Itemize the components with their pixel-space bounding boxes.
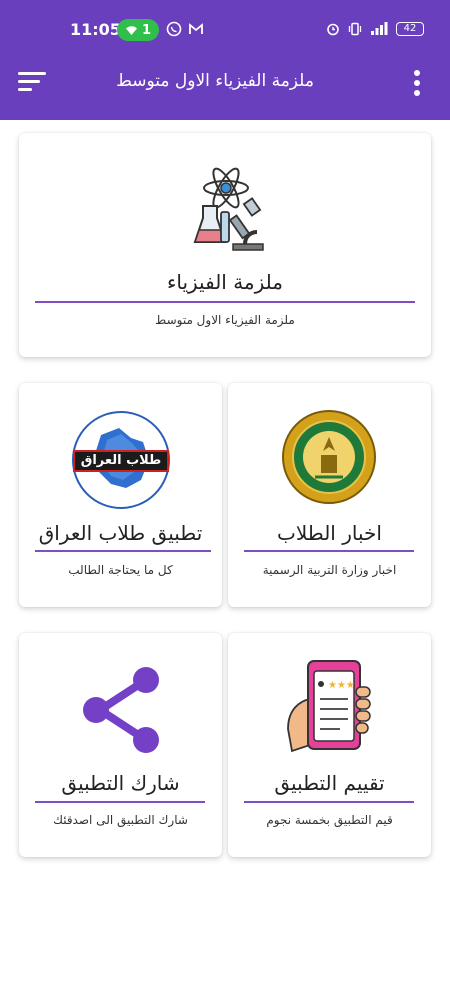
rate-phone-icon: ★★★ xyxy=(287,660,371,753)
card-subtitle: كل ما يحتاجة الطالب xyxy=(68,563,173,577)
card-title: تقييم التطبيق xyxy=(274,771,385,795)
card-physics-notes[interactable]: ملزمة الفيزياء ملزمة الفيزياء الاول متوس… xyxy=(19,133,431,357)
card-subtitle: شارك التطبيق الى اصدقئك xyxy=(53,813,188,827)
card-subtitle: ملزمة الفيزياء الاول متوسط xyxy=(155,313,295,327)
card-divider xyxy=(35,301,415,303)
card-subtitle: اخبار وزارة التربية الرسمية xyxy=(262,563,397,577)
card-share-app[interactable]: شارك التطبيق شارك التطبيق الى اصدقئك xyxy=(19,633,222,857)
gmail-icon xyxy=(189,23,203,34)
page-title: ملزمة الفيزياء الاول متوسط xyxy=(116,71,314,91)
logo-text: طلاب العراق xyxy=(73,450,169,472)
card-students-news[interactable]: اخبار الطلاب اخبار وزارة التربية الرسمية xyxy=(228,383,431,607)
card-rate-app[interactable]: ★★★ تقييم التطبيق قيم التطبيق بخمسة نجوم xyxy=(228,633,431,857)
card-divider xyxy=(244,801,414,803)
whatsapp-icon xyxy=(166,21,182,37)
card-divider xyxy=(35,550,211,552)
card-subtitle: قيم التطبيق بخمسة نجوم xyxy=(266,813,393,827)
more-options-icon[interactable] xyxy=(408,68,428,98)
card-title: شارك التطبيق xyxy=(61,771,180,795)
status-bar: 11:05 1 42 xyxy=(0,0,450,60)
card-title: ملزمة الفيزياء xyxy=(166,270,284,294)
wifi-badge-count: 1 xyxy=(141,22,152,38)
alarm-icon xyxy=(327,23,339,36)
card-divider xyxy=(244,550,414,552)
wifi-icon xyxy=(125,25,137,35)
card-title: تطبيق طلاب العراق xyxy=(38,521,203,545)
signal-icon xyxy=(371,22,388,35)
vibrate-icon xyxy=(348,22,362,36)
wifi-hotspot-badge: 1 xyxy=(117,19,159,41)
battery-indicator: 42 xyxy=(396,22,424,36)
card-title: اخبار الطلاب xyxy=(277,521,382,545)
status-time: 11:05 xyxy=(70,20,121,39)
app-bar: 11:05 1 42 ملزمة الفيزياء الاول متوسط xyxy=(0,0,450,120)
menu-icon[interactable] xyxy=(18,70,48,94)
card-divider xyxy=(35,801,205,803)
card-iraq-students-app[interactable]: طلاب العراق تطبيق طلاب العراق كل ما يحتا… xyxy=(19,383,222,607)
science-lab-icon xyxy=(193,167,264,251)
svg-text:★★★: ★★★ xyxy=(328,680,355,691)
share-icon xyxy=(83,667,159,753)
ministry-seal-icon xyxy=(282,410,376,504)
